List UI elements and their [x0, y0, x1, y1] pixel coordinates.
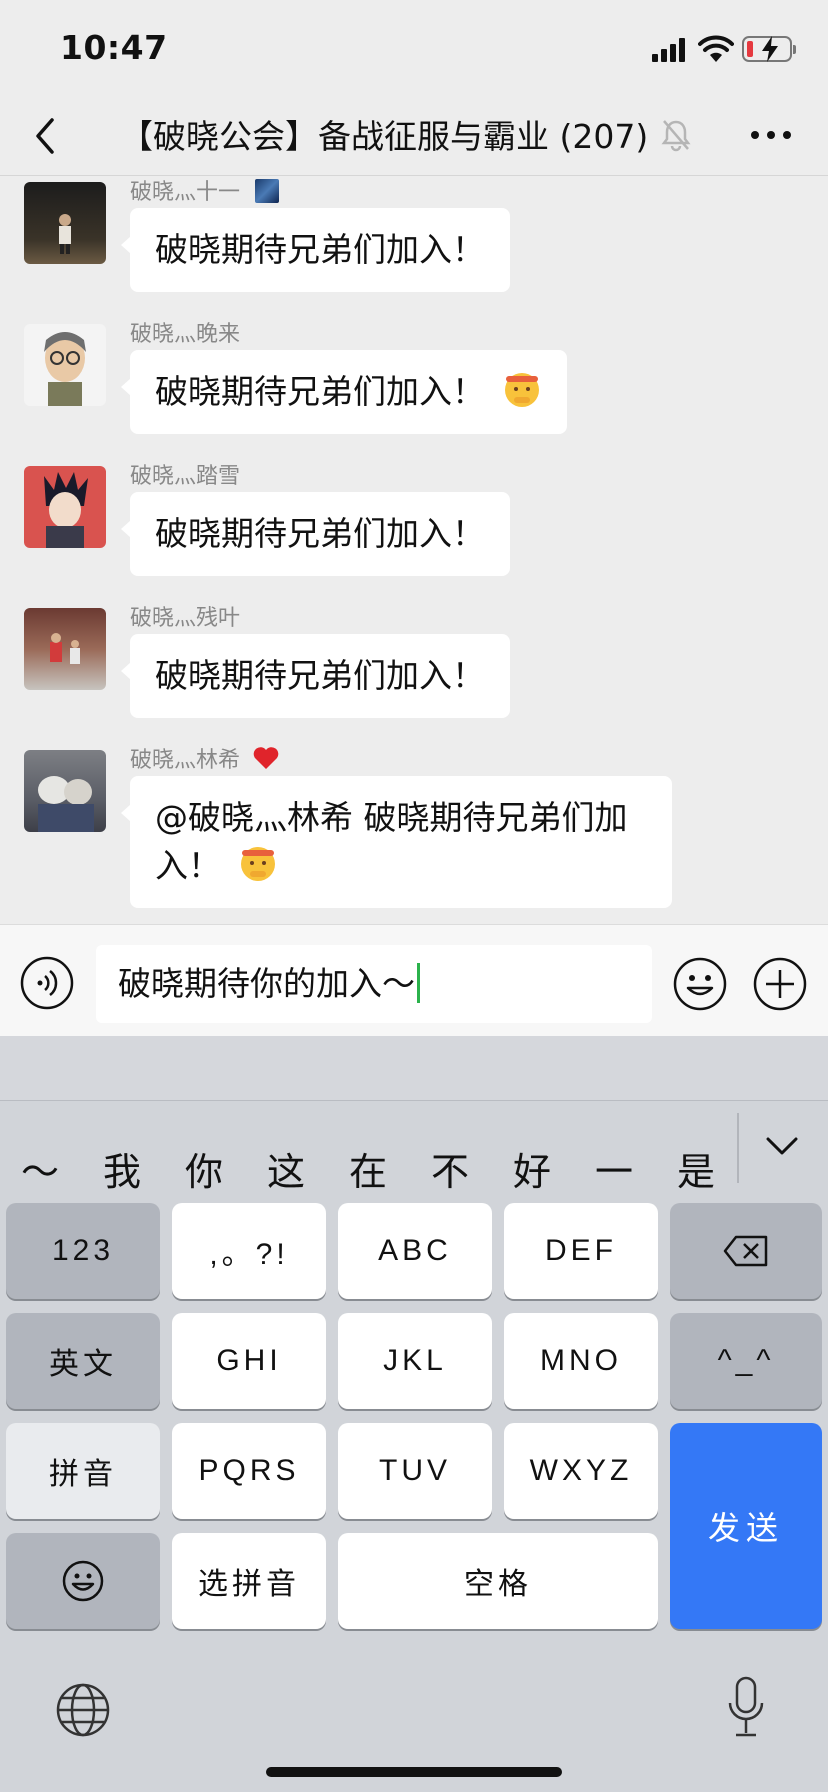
avatar[interactable] — [24, 182, 106, 264]
input-bar: 破晓期待你的加入～ — [0, 924, 828, 1036]
candidate-divider — [737, 1113, 739, 1183]
globe-icon[interactable] — [54, 1681, 112, 1739]
key-tuv[interactable]: TUV — [338, 1423, 492, 1519]
heart-icon — [253, 747, 279, 769]
candidate-word[interactable]: 一 — [584, 1141, 644, 1196]
message-input[interactable]: 破晓期待你的加入～ — [96, 945, 652, 1023]
message-text: 破晓期待兄弟们加入！ — [155, 230, 485, 269]
message-bubble[interactable]: 破晓期待兄弟们加入！ — [121, 492, 510, 576]
sender-name: 破晓灬十一 — [130, 176, 280, 206]
message-bubble[interactable]: 破晓期待兄弟们加入！ — [121, 350, 567, 434]
emoji-icon[interactable] — [672, 956, 728, 1012]
avatar[interactable] — [24, 608, 106, 690]
message-bubble[interactable]: 破晓期待兄弟们加入！ — [121, 208, 510, 292]
key-jkl[interactable]: JKL — [338, 1313, 492, 1409]
key-def[interactable]: DEF — [504, 1203, 658, 1299]
key-emoticon[interactable]: ^_^ — [670, 1313, 822, 1409]
shushing-face-emoji-icon — [504, 373, 539, 407]
plus-icon[interactable] — [752, 956, 808, 1012]
key-ghi[interactable]: GHI — [172, 1313, 326, 1409]
sender-name: 破晓灬踏雪 — [130, 464, 241, 489]
key-emoji[interactable] — [6, 1533, 160, 1629]
back-icon[interactable] — [26, 112, 66, 160]
avatar[interactable] — [24, 466, 106, 548]
message-list[interactable]: 破晓灬十一 破晓期待兄弟们加入！ 破晓灬晚来 破晓期待兄弟们加入！ 破晓灬踏雪 … — [0, 176, 828, 924]
message-text: 破晓期待兄弟们加入！ — [155, 656, 485, 695]
message-bubble[interactable]: 破晓期待兄弟们加入！ — [121, 634, 510, 718]
key-mno[interactable]: MNO — [504, 1313, 658, 1409]
key-english[interactable]: 英文 — [6, 1313, 160, 1409]
message-text: @破晓灬林希 破晓期待兄弟们加 — [155, 798, 628, 837]
send-button[interactable]: 发送 — [670, 1423, 822, 1629]
status-time: 10:47 — [60, 28, 168, 67]
voice-icon[interactable] — [20, 956, 74, 1010]
candidate-word[interactable]: 你 — [174, 1141, 234, 1196]
wifi-icon — [698, 35, 734, 62]
candidate-word[interactable]: 我 — [92, 1141, 152, 1196]
key-select-pinyin[interactable]: 选拼音 — [172, 1533, 326, 1629]
chevron-down-icon[interactable] — [764, 1131, 800, 1161]
message-text: 破晓期待兄弟们加入！ — [155, 372, 485, 411]
mic-icon[interactable] — [726, 1675, 766, 1739]
backspace-icon — [723, 1235, 768, 1267]
sender-name: 破晓灬残叶 — [130, 606, 241, 631]
candidate-word[interactable]: 是 — [666, 1141, 726, 1196]
more-icon[interactable] — [748, 120, 794, 150]
mute-bell-icon — [661, 120, 691, 152]
emoji-key-icon — [62, 1560, 104, 1602]
status-bar: 10:47 — [0, 0, 828, 96]
key-123[interactable]: 123 — [6, 1203, 160, 1299]
keyboard-spacer — [0, 1036, 828, 1100]
keyboard: ～ 我 你 这 在 不 好 一 是 123 ,。?! ABC DEF 英文 GH… — [0, 1100, 828, 1792]
message-text: 破晓期待兄弟们加入！ — [155, 514, 485, 553]
key-abc[interactable]: ABC — [338, 1203, 492, 1299]
key-wxyz[interactable]: WXYZ — [504, 1423, 658, 1519]
key-pqrs[interactable]: PQRS — [172, 1423, 326, 1519]
battery-icon — [742, 36, 796, 62]
avatar[interactable] — [24, 324, 106, 406]
candidate-word[interactable]: ～ — [10, 1141, 70, 1196]
candidate-word[interactable]: 好 — [502, 1141, 562, 1196]
text-caret — [417, 963, 420, 1003]
sender-name: 破晓灬林希 — [130, 742, 279, 774]
candidate-word[interactable]: 在 — [338, 1141, 398, 1196]
key-space[interactable]: 空格 — [338, 1533, 658, 1629]
avatar[interactable] — [24, 750, 106, 832]
home-indicator[interactable] — [266, 1767, 562, 1777]
candidate-word[interactable]: 不 — [420, 1141, 480, 1196]
message-text: 入！ — [155, 846, 221, 885]
chat-header: 【破晓公会】备战征服与霸业 (207) — [0, 96, 828, 176]
cellular-signal-icon — [652, 38, 688, 62]
sender-name: 破晓灬晚来 — [130, 322, 241, 347]
key-pinyin[interactable]: 拼音 — [6, 1423, 160, 1519]
shushing-face-emoji-icon — [240, 847, 275, 881]
key-punctuation[interactable]: ,。?! — [172, 1203, 326, 1299]
key-backspace[interactable] — [670, 1203, 822, 1299]
message-bubble[interactable]: @破晓灬林希 破晓期待兄弟们加 入！ — [121, 776, 672, 908]
chat-title: 【破晓公会】备战征服与霸业 (207) — [120, 117, 649, 156]
candidate-word[interactable]: 这 — [256, 1141, 316, 1196]
